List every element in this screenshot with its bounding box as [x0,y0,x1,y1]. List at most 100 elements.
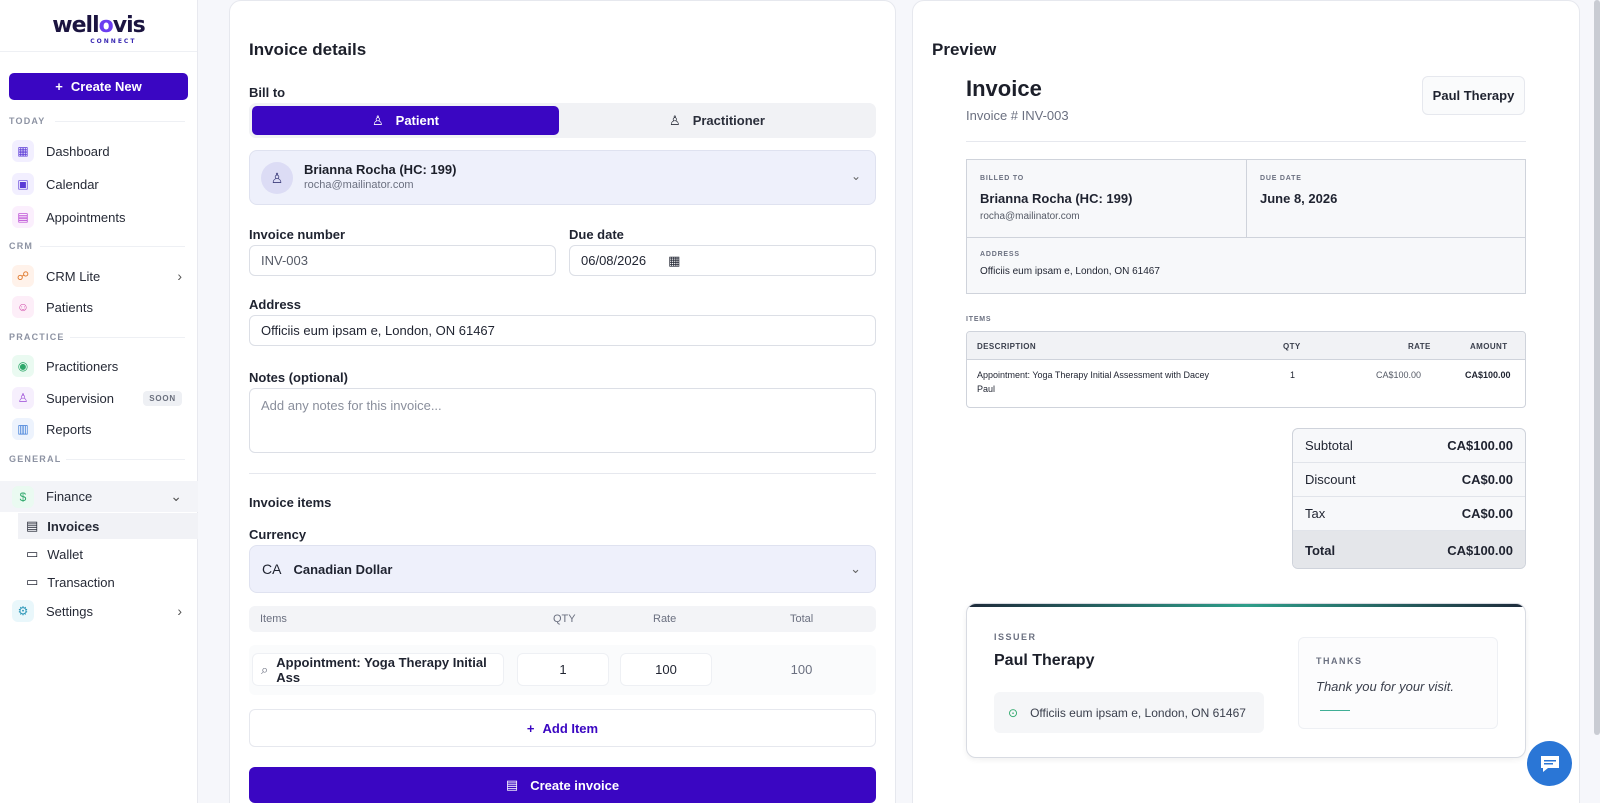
subtotal-label: Subtotal [1305,438,1353,453]
avatar: ♙ [261,162,293,194]
table-row: ⌕ Appointment: Yoga Therapy Initial Ass … [249,645,876,695]
sidebar-item-appointments[interactable]: ▤ Appointments [10,203,188,231]
sidebar-subitem-wallet[interactable]: ▭ Wallet [18,541,198,567]
users-icon: ☍ [12,265,34,287]
discount-value: CA$0.00 [1461,472,1513,487]
patients-icon: ☺ [12,296,34,318]
discount-row: Discount CA$0.00 [1293,463,1525,497]
sidebar-item-label: Practitioners [46,358,119,374]
issuer-address-chip: ⊙ Officiis eum ipsam e, London, ON 61467 [994,692,1264,733]
tax-value: CA$0.00 [1461,506,1513,521]
patient-select[interactable]: ♙ Brianna Rocha (HC: 199) rocha@mailinat… [249,150,876,205]
sidebar-item-supervision[interactable]: ♙ Supervision SOON [10,384,188,412]
sidebar-item-crm-lite[interactable]: ☍ CRM Lite › [10,262,188,290]
rate-field[interactable]: 100 [620,653,712,686]
section-label-practice: PRACTICE [9,332,65,342]
section-divider [249,473,876,474]
issuer-name: Paul Therapy [994,652,1095,669]
invoice-details-title: Invoice details [249,40,367,59]
items-label: ITEMS [966,316,992,323]
section-divider [55,121,185,122]
dollar-icon: $ [12,485,34,508]
section-divider [66,459,185,460]
scrollbar[interactable] [1594,0,1600,735]
preview-divider [966,141,1526,142]
sidebar-item-label: CRM Lite [46,268,101,284]
rate-col-header: RATE [1408,342,1431,351]
add-item-button[interactable]: + Add Item [249,709,876,747]
bill-to-patient-button[interactable]: ♙ Patient [252,106,559,135]
total-col-header: Total [790,613,814,625]
currency-select[interactable]: CA Canadian Dollar ⌄ [249,545,876,593]
sidebar-item-finance[interactable]: $ Finance ⌄ [0,481,198,512]
item-total: 100 [790,662,813,677]
issuer-footer-card: ISSUER Paul Therapy ⊙ Officiis eum ipsam… [966,603,1526,758]
address-field[interactable]: Officiis eum ipsam e, London, ON 61467 [249,315,876,346]
tax-label: Tax [1305,506,1326,521]
user-icon: ♙ [372,112,384,128]
create-invoice-button[interactable]: ▤ Create invoice [249,767,876,803]
notes-textarea[interactable]: Add any notes for this invoice... [249,388,876,453]
due-date-field[interactable]: 06/08/2026 ▦ [569,245,876,276]
bar-chart-icon: ▥ [12,418,34,440]
currency-label: Currency [249,527,307,542]
sidebar-item-label: Appointments [46,209,126,225]
user-check-icon: ♙ [12,387,34,409]
address-label: Address [249,297,302,312]
calendar-icon: ▣ [12,173,34,195]
sidebar-subitem-invoices[interactable]: ▤ Invoices [18,513,198,539]
grid-icon: ▦ [12,140,34,162]
chat-button[interactable] [1527,741,1572,786]
discount-label: Discount [1305,472,1356,487]
notes-label: Notes (optional) [249,370,348,385]
qty-field[interactable]: 1 [517,653,609,686]
invoice-number-field[interactable]: INV-003 [249,245,556,276]
create-invoice-label: Create invoice [530,777,620,793]
logo[interactable]: wellovis CONNECT [0,0,197,52]
description-col-header: DESCRIPTION [977,342,1037,351]
wallet-icon: ▭ [26,546,39,561]
section-divider [40,246,185,247]
currency-code: CA [262,561,282,577]
sidebar-subitem-transaction[interactable]: ▭ Transaction [18,569,198,595]
logo-text-post: vis [112,13,146,38]
search-icon: ⌕ [261,661,269,677]
invoice-items-label: Invoice items [249,495,332,510]
patient-email: rocha@mailinator.com [304,179,414,191]
calendar-icon[interactable]: ▦ [668,253,680,269]
sidebar-item-patients[interactable]: ☺ Patients [10,293,188,321]
issuer-address: Officiis eum ipsam e, London, ON 61467 [1030,705,1246,720]
preview-title: Preview [932,40,997,59]
address-label: ADDRESS [980,251,1020,258]
due-date-label: DUE DATE [1260,175,1302,182]
chevron-down-icon: ⌄ [170,488,182,504]
bill-to-practitioner-button[interactable]: ♙ Practitioner [561,106,873,135]
due-date-value: June 8, 2026 [1260,191,1338,206]
sidebar-item-label: Reports [46,421,92,437]
chat-bubble-icon [1540,755,1559,772]
issuer-chip: Paul Therapy [1422,76,1525,115]
sidebar-item-label: Patients [46,299,93,315]
item-search-field[interactable]: ⌕ Appointment: Yoga Therapy Initial Ass [252,653,504,686]
sidebar-item-reports[interactable]: ▥ Reports [10,415,188,443]
map-pin-icon: ⊙ [1008,705,1019,720]
sidebar-item-label: Calendar [46,176,99,192]
bill-to-label: Bill to [249,85,286,100]
sidebar-item-dashboard[interactable]: ▦ Dashboard [10,137,188,165]
row-qty: 1 [1290,370,1296,380]
section-divider [70,337,185,338]
item-name: Appointment: Yoga Therapy Initial Ass [276,654,487,685]
row-rate: CA$100.00 [1376,370,1422,380]
section-label-crm: CRM [9,241,34,251]
totals-box: Subtotal CA$100.00 Discount CA$0.00 Tax … [1292,428,1526,569]
section-label-today: TODAY [9,116,46,126]
sidebar-item-calendar[interactable]: ▣ Calendar [10,170,188,198]
total-value: CA$100.00 [1447,543,1513,558]
sidebar-item-practitioners[interactable]: ◉ Practitioners [10,352,188,380]
billed-to-label: BILLED TO [980,175,1025,182]
sidebar-item-settings[interactable]: ⚙ Settings › [10,597,188,625]
chevron-right-icon: › [177,268,182,284]
document-icon: ▤ [505,777,519,792]
amount-col-header: AMOUNT [1470,342,1508,351]
create-new-button[interactable]: + Create New [9,73,188,100]
